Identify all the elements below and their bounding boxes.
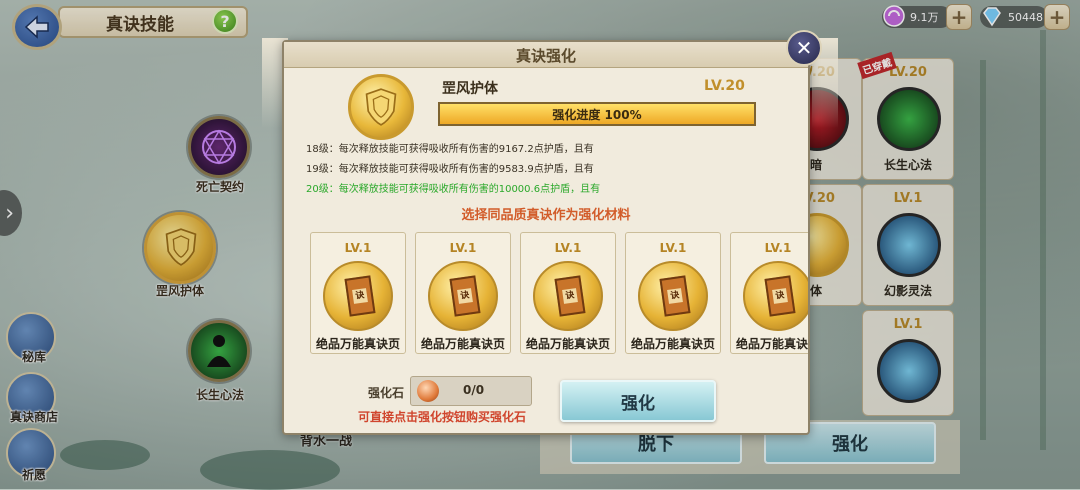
material-card[interactable]: LV.1 诀 绝品万能真诀页 [310, 232, 406, 354]
skill-icon [348, 74, 414, 140]
skill-page-icon: 诀 [533, 261, 603, 331]
material-level: LV.1 [659, 241, 687, 255]
level-description: 18级：每次释放技能可获得吸收所有伤害的9167.2点护盾，且有 [306, 144, 594, 155]
material-card[interactable]: LV.1 诀 绝品万能真诀页 [730, 232, 808, 354]
skill-page-icon: 诀 [638, 261, 708, 331]
material-card[interactable]: LV.1 诀 绝品万能真诀页 [520, 232, 616, 354]
level-description-current: 20级：每次释放技能可获得吸收所有伤害的10000.6点护盾，且有 [306, 184, 601, 195]
skill-name: 罡风护体 [442, 81, 498, 97]
page-glyph: 诀 [667, 288, 683, 304]
strengthen-button[interactable]: 强化 [560, 380, 716, 422]
stone-count: 0/0 [463, 383, 485, 397]
material-select-title: 选择同品质真诀作为强化材料 [461, 208, 631, 223]
strengthen-stone-icon [417, 380, 439, 402]
skill-page-icon: 诀 [428, 261, 498, 331]
material-name: 绝品万能真诀页 [315, 337, 400, 351]
stone-counter: 0/0 [410, 376, 532, 406]
strengthen-button-label: 强化 [621, 393, 655, 414]
shield-icon [365, 88, 397, 126]
page-glyph: 诀 [562, 288, 578, 304]
skill-page-icon: 诀 [323, 261, 393, 331]
skill-level: LV.20 [704, 78, 745, 94]
strengthen-progress-label: 强化进度 100% [552, 108, 642, 122]
dialog-title: 真诀强化 [515, 47, 576, 65]
close-button[interactable]: ✕ [786, 30, 822, 66]
material-level: LV.1 [449, 241, 477, 255]
buy-stone-hint: 可直接点击强化按钮购买强化石 [358, 410, 527, 424]
material-name: 绝品万能真诀页 [735, 337, 808, 351]
material-level: LV.1 [554, 241, 582, 255]
material-level: LV.1 [764, 241, 792, 255]
page-glyph: 诀 [772, 288, 788, 304]
skill-page-icon: 诀 [743, 261, 808, 331]
strengthen-dialog: 真诀强化 罡风护体 LV.20 强化进度 100% 18级：每次释放技能可获得吸… [282, 40, 810, 435]
material-name: 绝品万能真诀页 [630, 337, 715, 351]
material-list: LV.1 诀 绝品万能真诀页 LV.1 诀 绝品万能真诀页 LV.1 诀 绝品万… [308, 232, 808, 358]
page-glyph: 诀 [352, 288, 368, 304]
strengthen-progress-bar: 强化进度 100% [438, 102, 756, 126]
level-description: 19级：每次释放技能可获得吸收所有伤害的9583.9点护盾，且有 [306, 164, 594, 175]
stone-label: 强化石 [368, 386, 405, 400]
page-glyph: 诀 [457, 288, 473, 304]
material-name: 绝品万能真诀页 [525, 337, 610, 351]
material-card[interactable]: LV.1 诀 绝品万能真诀页 [415, 232, 511, 354]
material-card[interactable]: LV.1 诀 绝品万能真诀页 [625, 232, 721, 354]
material-level: LV.1 [344, 241, 372, 255]
close-icon: ✕ [795, 36, 813, 60]
material-name: 绝品万能真诀页 [420, 337, 505, 351]
